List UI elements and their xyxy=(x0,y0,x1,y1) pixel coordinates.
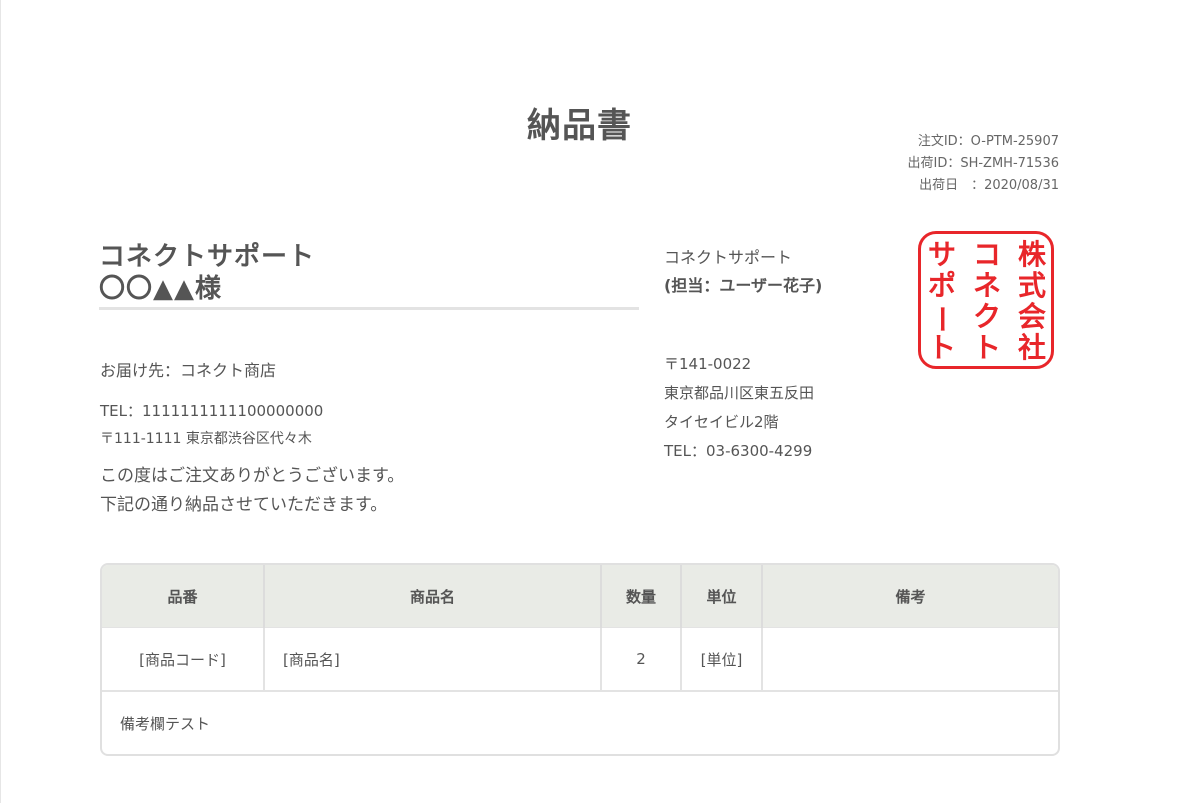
table-row: [商品コード] [商品名] 2 [単位] xyxy=(102,627,1058,691)
document-meta: 注文ID：O-PTM-25907 出荷ID：SH-ZMH-71536 出荷日 ：… xyxy=(907,131,1059,197)
remarks-row: 備考欄テスト xyxy=(102,690,1058,754)
cell-product-name: [商品名] xyxy=(264,627,602,691)
header-item-number: 品番 xyxy=(102,565,265,628)
greeting: この度はご注文ありがとうございます。 下記の通り納品させていただきます。 xyxy=(100,462,404,520)
svg-text:ト: ト xyxy=(973,331,1001,364)
shipment-id: 出荷ID：SH-ZMH-71536 xyxy=(907,156,1059,171)
cell-unit: [単位] xyxy=(681,627,763,691)
svg-text:会: 会 xyxy=(1018,300,1046,333)
sender-address-block: 〒141-0022 東京都品川区東五反田 タイセイビル2階 TEL：03-630… xyxy=(664,350,814,466)
recipient-company: コネクトサポート xyxy=(99,242,316,272)
sender-contact: (担当：ユーザー花子) xyxy=(664,276,823,295)
sender-block: コネクトサポート (担当：ユーザー花子) xyxy=(664,244,822,300)
svg-text:ネ: ネ xyxy=(973,269,1001,302)
greeting-line-1: この度はご注文ありがとうございます。 xyxy=(100,466,405,486)
recipient-tel: TEL：1111111111100000000 xyxy=(100,402,324,420)
svg-text:サ: サ xyxy=(928,238,956,271)
items-table: 品番 商品名 数量 単位 備考 [商品コード] [商品名] 2 [単位] 備考欄… xyxy=(100,563,1060,756)
sender-address-2: タイセイビル2階 xyxy=(664,413,779,431)
deliver-to: お届け先：コネクト商店 xyxy=(100,361,277,380)
company-seal-stamp: 株 式 会 社 コ ネ ク ト サ ポ ー ト xyxy=(918,231,1054,369)
cell-quantity: 2 xyxy=(601,627,682,691)
sender-postal: 〒141-0022 xyxy=(664,355,752,373)
ship-date: 出荷日 ：2020/08/31 xyxy=(919,178,1059,193)
cell-notes xyxy=(762,627,1058,691)
svg-text:コ: コ xyxy=(973,238,1001,271)
recipient-block: コネクトサポート 〇〇▲▲様 xyxy=(99,241,639,310)
cell-item-number: [商品コード] xyxy=(102,627,265,691)
sender-address-1: 東京都品川区東五反田 xyxy=(664,384,815,402)
header-unit: 単位 xyxy=(681,565,763,628)
recipient-person: 〇〇▲▲様 xyxy=(99,274,222,304)
sender-company: コネクトサポート xyxy=(664,248,793,267)
delivery-note-page: 納品書 注文ID：O-PTM-25907 出荷ID：SH-ZMH-71536 出… xyxy=(0,0,1177,803)
header-quantity: 数量 xyxy=(601,565,682,628)
svg-text:ト: ト xyxy=(928,331,956,364)
svg-text:ー: ー xyxy=(925,305,958,333)
seal-graphic: 株 式 会 社 コ ネ ク ト サ ポ ー ト xyxy=(925,238,1047,364)
svg-text:ポ: ポ xyxy=(928,269,956,302)
greeting-line-2: 下記の通り納品させていただきます。 xyxy=(100,495,388,515)
sender-tel: TEL：03-6300-4299 xyxy=(664,442,813,460)
svg-text:株: 株 xyxy=(1018,238,1047,271)
remarks-cell: 備考欄テスト xyxy=(102,690,1058,754)
header-product-name: 商品名 xyxy=(264,565,602,628)
svg-text:ク: ク xyxy=(973,300,1001,333)
header-notes: 備考 xyxy=(762,565,1058,628)
order-id: 注文ID：O-PTM-25907 xyxy=(917,134,1059,149)
table-header-row: 品番 商品名 数量 単位 備考 xyxy=(102,565,1058,628)
recipient-address: 〒111-1111 東京都渋谷区代々木 xyxy=(100,431,312,447)
svg-text:式: 式 xyxy=(1018,269,1046,302)
svg-text:社: 社 xyxy=(1018,331,1046,364)
